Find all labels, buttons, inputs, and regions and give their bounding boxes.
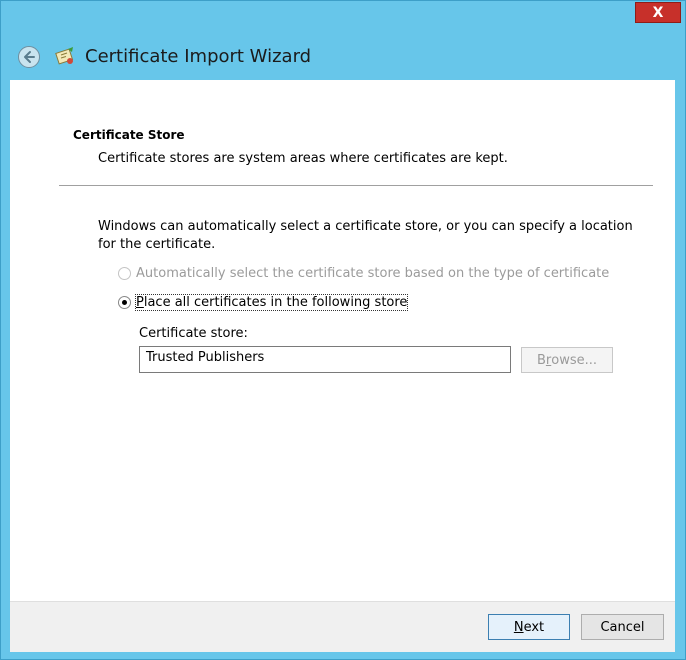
close-button[interactable]: X <box>635 2 681 23</box>
certificate-wizard-icon <box>55 47 74 65</box>
next-button[interactable]: Next <box>488 614 570 640</box>
wizard-window: X Certificate Import Wizard Certificate … <box>0 0 686 660</box>
content-pane: Certificate Store Certificate stores are… <box>10 80 675 601</box>
header-divider <box>59 185 653 186</box>
certificate-store-field[interactable]: Trusted Publishers <box>139 346 511 373</box>
window-title: Certificate Import Wizard <box>85 46 312 67</box>
section-description: Certificate stores are system areas wher… <box>98 151 508 166</box>
radio-button-auto[interactable] <box>118 267 131 280</box>
radio-place-in-store[interactable]: Place all certificates in the following … <box>118 294 409 311</box>
section-title: Certificate Store <box>73 128 185 142</box>
cancel-button[interactable]: Cancel <box>581 614 664 640</box>
close-icon: X <box>652 4 664 21</box>
back-button[interactable] <box>18 46 40 68</box>
browse-button[interactable]: Br owse... <box>521 347 613 373</box>
certificate-store-label: Certificate store: <box>139 326 248 341</box>
radio-auto-select[interactable]: Automatically select the certificate sto… <box>118 266 609 281</box>
radio-label-auto: Automatically select the certificate sto… <box>136 266 610 281</box>
back-arrow-icon <box>24 51 35 63</box>
footer-bar: Next Cancel <box>10 601 675 652</box>
radio-label-place: Place all certificates in the following … <box>134 294 409 311</box>
radio-button-place[interactable] <box>118 296 131 309</box>
intro-text: Windows can automatically select a certi… <box>98 219 633 252</box>
